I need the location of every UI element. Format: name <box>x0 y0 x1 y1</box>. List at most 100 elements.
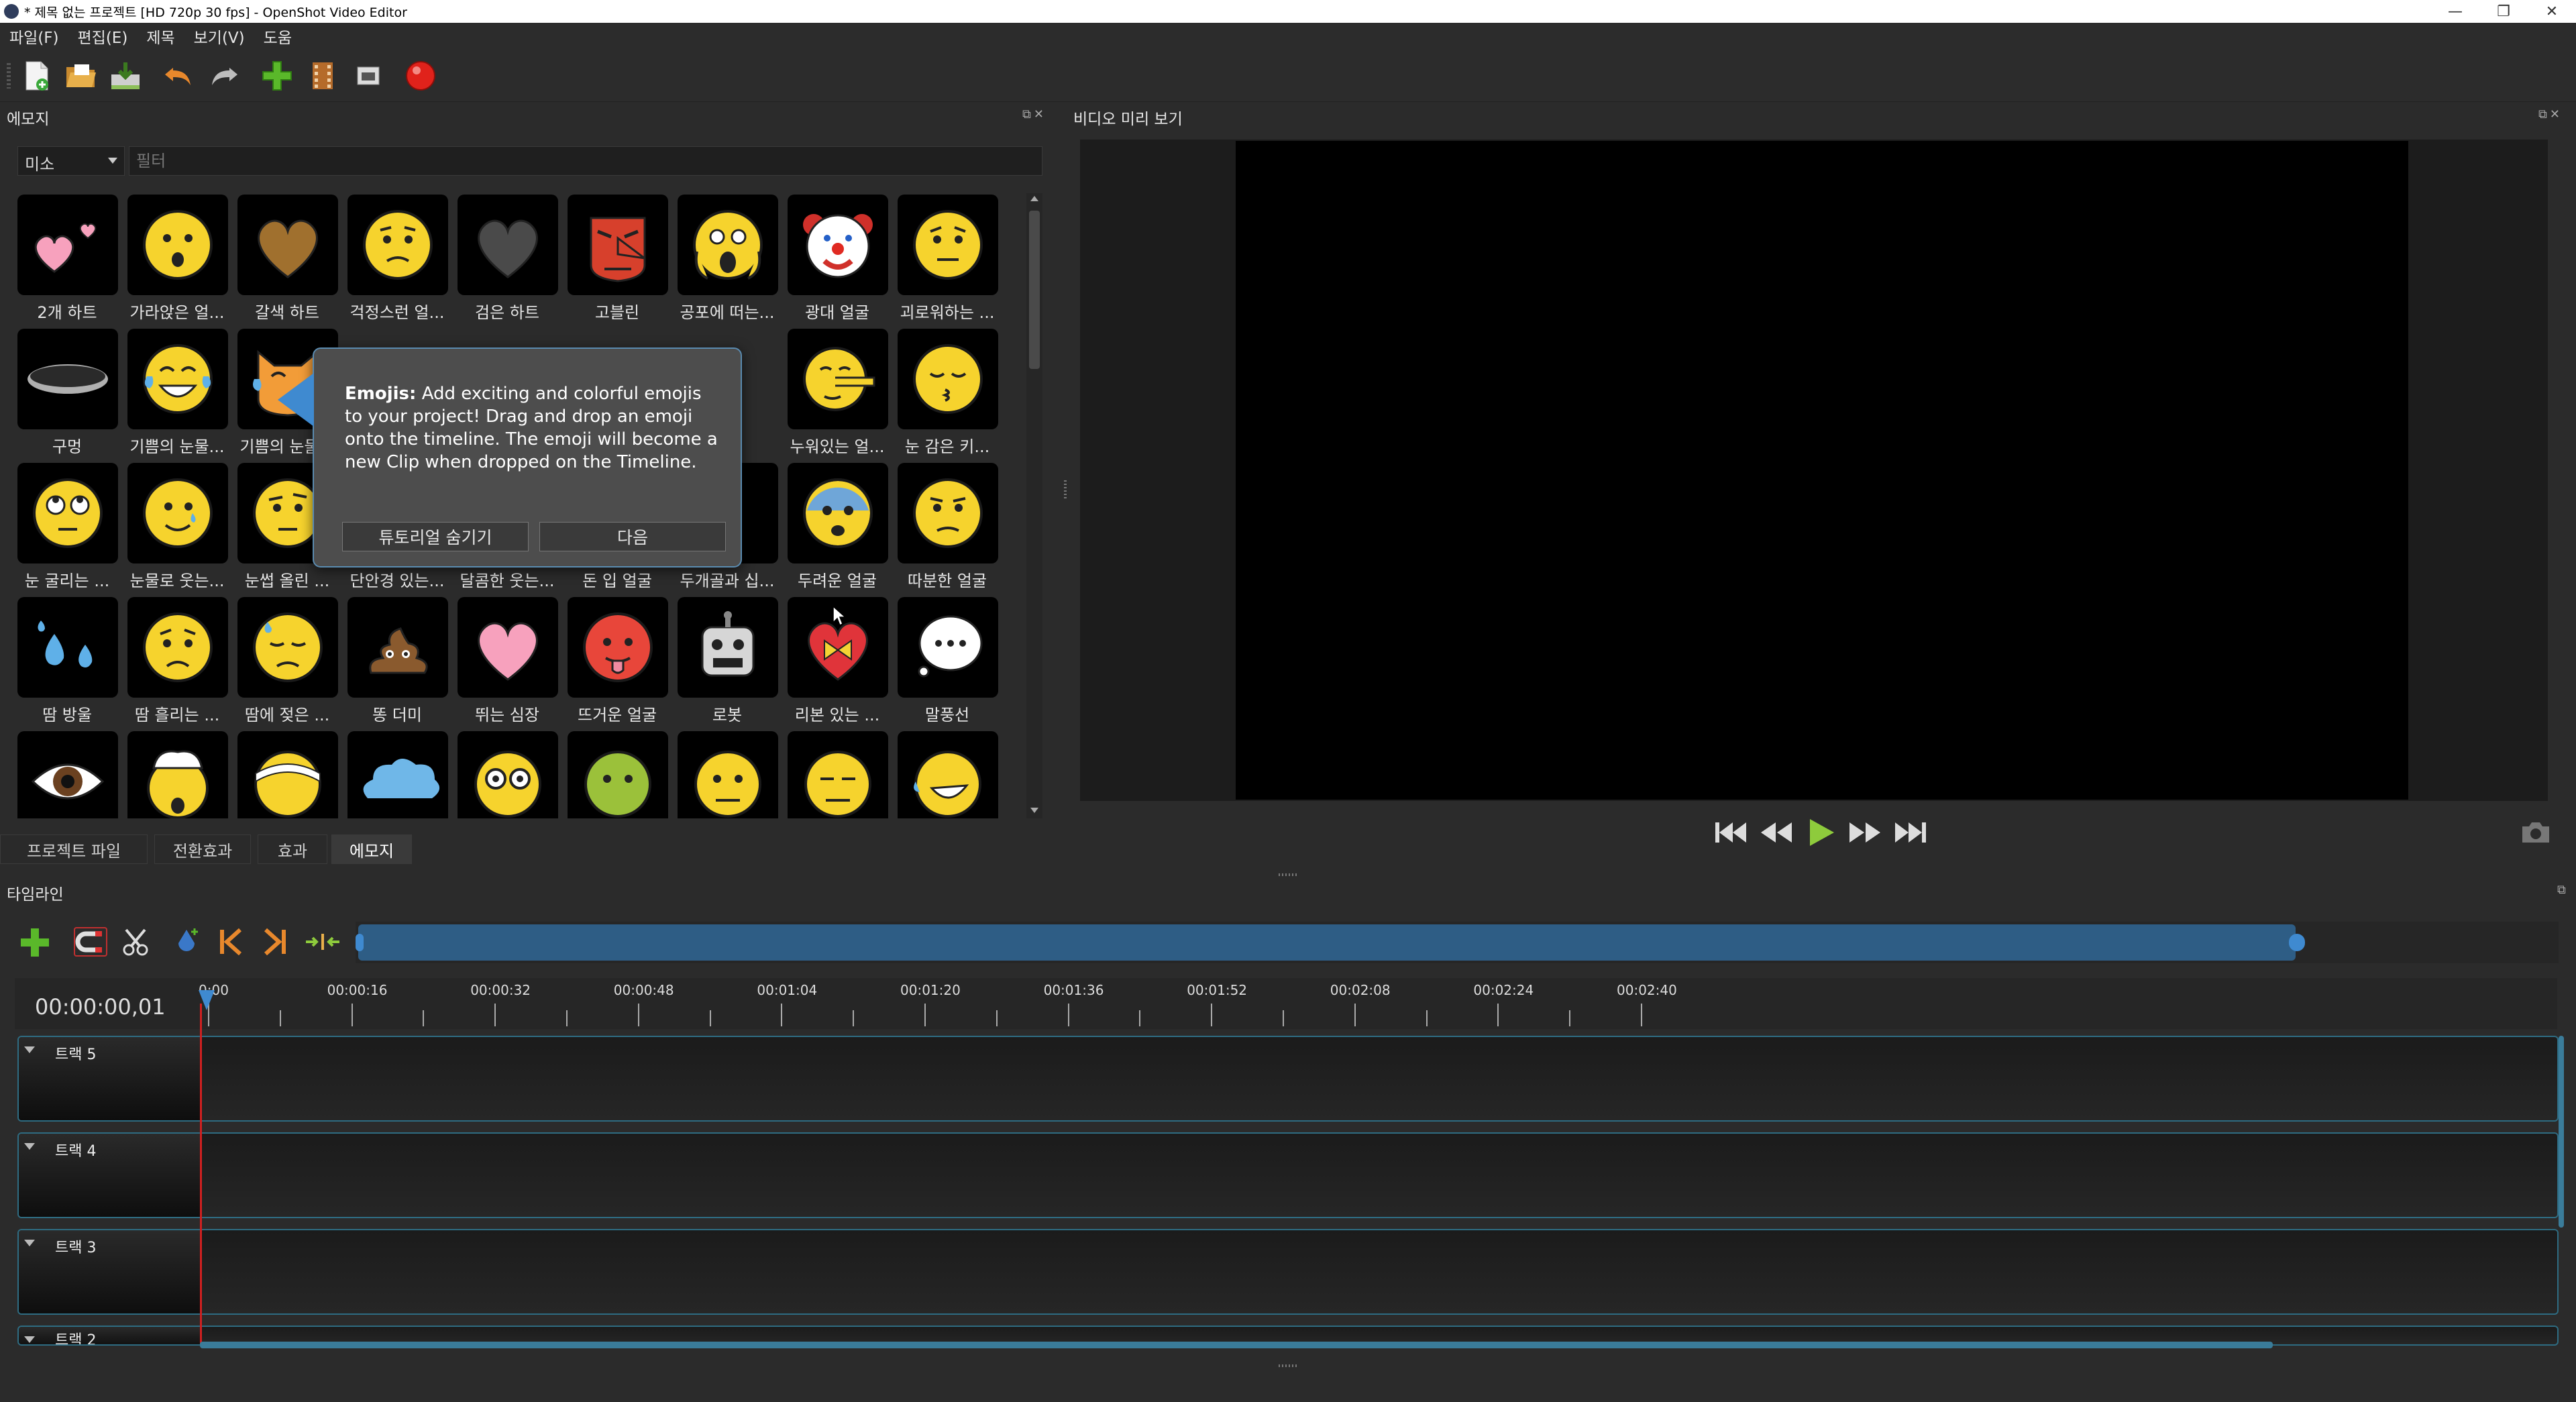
timeline-ruler[interactable] <box>15 978 2557 1029</box>
chevron-down-icon[interactable] <box>24 1046 35 1053</box>
menu-edit[interactable]: 편집(E) <box>68 25 138 48</box>
emoji-rolling-eyes[interactable]: 눈 굴리는 ... <box>13 462 121 596</box>
emoji-fearful-face[interactable]: 두려운 얼굴 <box>784 462 891 596</box>
tab-effects[interactable]: 효과 <box>258 834 327 864</box>
emoji-hot-face[interactable]: 뜨거운 얼굴 <box>564 596 671 730</box>
track-header[interactable]: 트랙 5 <box>19 1037 201 1120</box>
emoji-robot[interactable]: 로봇 <box>674 596 781 730</box>
emoji-confounded-face[interactable]: 괴로워하는 ... <box>894 193 1001 327</box>
timeline-zoom-range[interactable] <box>358 924 2296 961</box>
emoji-exploding-head[interactable] <box>123 730 231 818</box>
emoji-category-select[interactable]: 미소 <box>17 146 125 176</box>
fast-forward-icon[interactable] <box>1846 816 1884 849</box>
play-icon[interactable] <box>1802 816 1839 849</box>
emoji-eye[interactable] <box>13 730 121 818</box>
emoji-hushed-face[interactable]: 가라앉은 얼... <box>123 193 231 327</box>
track-header[interactable]: 트랙 3 <box>19 1230 201 1313</box>
jump-start-icon[interactable] <box>1712 816 1750 849</box>
emoji-bored-face[interactable]: 따분한 얼굴 <box>894 462 1001 596</box>
scroll-up-icon[interactable] <box>1030 196 1038 201</box>
emoji-pile-of-poo[interactable]: 똥 더미 <box>343 596 451 730</box>
export-video-icon[interactable] <box>404 59 437 93</box>
center-playhead-icon[interactable] <box>305 927 342 957</box>
import-files-icon[interactable] <box>260 59 294 93</box>
emoji-sad-sweat[interactable]: 땀 흘리는 ... <box>123 596 231 730</box>
save-project-icon[interactable] <box>109 59 142 93</box>
toolbar-grip-icon[interactable] <box>7 63 11 89</box>
emoji-hole[interactable]: 구멍 <box>13 327 121 462</box>
razor-scissors-icon[interactable] <box>121 927 154 957</box>
timeline-dock-buttons[interactable]: ⧉ <box>2557 883 2569 897</box>
emoji-nauseated-face[interactable] <box>564 730 671 818</box>
menu-help[interactable]: 도움 <box>254 25 301 48</box>
zoom-left-handle[interactable] <box>356 934 364 951</box>
minimize-icon[interactable]: — <box>2431 0 2479 23</box>
next-marker-icon[interactable] <box>262 927 292 957</box>
rewind-icon[interactable] <box>1758 816 1795 849</box>
emoji-kissing-closed-eyes[interactable]: 눈 감은 키... <box>894 327 1001 462</box>
zoom-right-handle[interactable] <box>2289 934 2305 951</box>
tab-emojis[interactable]: 에모지 <box>331 834 412 864</box>
camera-snapshot-icon[interactable] <box>2517 816 2555 849</box>
jump-end-icon[interactable] <box>1892 816 1929 849</box>
tab-transitions[interactable]: 전환효과 <box>154 834 251 864</box>
bottom-splitter-handle[interactable] <box>1279 1364 1297 1367</box>
emoji-screaming-face[interactable]: 공포에 떠는... <box>674 193 781 327</box>
track-header[interactable]: 트랙 4 <box>19 1134 201 1217</box>
emoji-sweat-droplets[interactable]: 땀 방울 <box>13 596 121 730</box>
emoji-clown-face[interactable]: 광대 얼굴 <box>784 193 891 327</box>
vertical-splitter-handle[interactable] <box>1064 480 1067 499</box>
emoji-nerd-face[interactable] <box>453 730 561 818</box>
fullscreen-icon[interactable] <box>352 59 385 93</box>
hide-tutorial-button[interactable]: 튜토리얼 숨기기 <box>342 522 529 551</box>
previous-marker-icon[interactable] <box>217 927 248 957</box>
emoji-goblin[interactable]: 고블린 <box>564 193 671 327</box>
emoji-brown-heart[interactable]: 갈색 하트 <box>233 193 341 327</box>
close-icon[interactable]: ✕ <box>2528 0 2576 23</box>
emoji-expressionless-face[interactable] <box>784 730 891 818</box>
chevron-down-icon[interactable] <box>24 1143 35 1150</box>
emoji-tears-of-joy[interactable]: 기쁨의 눈물... <box>123 327 231 462</box>
undo-icon[interactable] <box>161 59 195 93</box>
emoji-lying-face[interactable]: 누워있는 얼... <box>784 327 891 462</box>
emoji-smiling-tear[interactable]: 눈물로 웃는... <box>123 462 231 596</box>
next-tutorial-button[interactable]: 다음 <box>539 522 726 551</box>
emoji-rolling-laughing[interactable] <box>894 730 1001 818</box>
open-project-icon[interactable] <box>64 59 98 93</box>
tab-project-files[interactable]: 프로젝트 파일 <box>0 834 148 864</box>
chevron-down-icon[interactable] <box>24 1240 35 1246</box>
timeline-horizontal-scrollbar[interactable] <box>200 1342 2273 1348</box>
emoji-two-hearts[interactable]: 2개 하트 <box>13 193 121 327</box>
emoji-cloud[interactable] <box>343 730 451 818</box>
scroll-down-icon[interactable] <box>1030 808 1038 813</box>
emoji-worried-face[interactable]: 걱정스런 얼... <box>343 193 451 327</box>
emoji-bandage-face[interactable] <box>233 730 341 818</box>
restore-icon[interactable]: ❐ <box>2479 0 2528 23</box>
new-project-icon[interactable] <box>20 59 54 93</box>
add-track-icon[interactable] <box>19 927 56 957</box>
redo-icon[interactable] <box>208 59 241 93</box>
chevron-down-icon[interactable] <box>24 1336 35 1343</box>
track-row[interactable]: 트랙 5 <box>17 1036 2559 1122</box>
emoji-speech-balloon[interactable]: 말풍선 <box>894 596 1001 730</box>
scroll-thumb[interactable] <box>1029 211 1040 369</box>
menu-file[interactable]: 파일(F) <box>0 25 68 48</box>
profile-icon[interactable] <box>306 59 339 93</box>
emoji-dock-buttons[interactable]: ⧉✕ <box>1022 107 1046 121</box>
horizontal-splitter-handle[interactable] <box>1279 873 1297 876</box>
timeline-vertical-scrollbar[interactable] <box>2559 1036 2564 1228</box>
track-header[interactable]: 트랙 2 <box>19 1327 201 1344</box>
preview-dock-buttons[interactable]: ⧉✕ <box>2538 107 2563 121</box>
emoji-filter-input[interactable] <box>129 146 1042 176</box>
emoji-scrollbar[interactable] <box>1026 193 1042 818</box>
track-row[interactable]: 트랙 4 <box>17 1132 2559 1218</box>
playhead-line[interactable] <box>200 1004 202 1346</box>
emoji-black-heart[interactable]: 검은 하트 <box>453 193 561 327</box>
add-marker-icon[interactable] <box>172 927 205 957</box>
emoji-neutral-face[interactable] <box>674 730 781 818</box>
emoji-downcast-sweat[interactable]: 땀에 젖은 ... <box>233 596 341 730</box>
snap-magnet-icon[interactable] <box>74 927 107 957</box>
emoji-beating-heart[interactable]: 뛰는 심장 <box>453 596 561 730</box>
menu-view[interactable]: 보기(V) <box>184 25 254 48</box>
track-row[interactable]: 트랙 3 <box>17 1229 2559 1315</box>
